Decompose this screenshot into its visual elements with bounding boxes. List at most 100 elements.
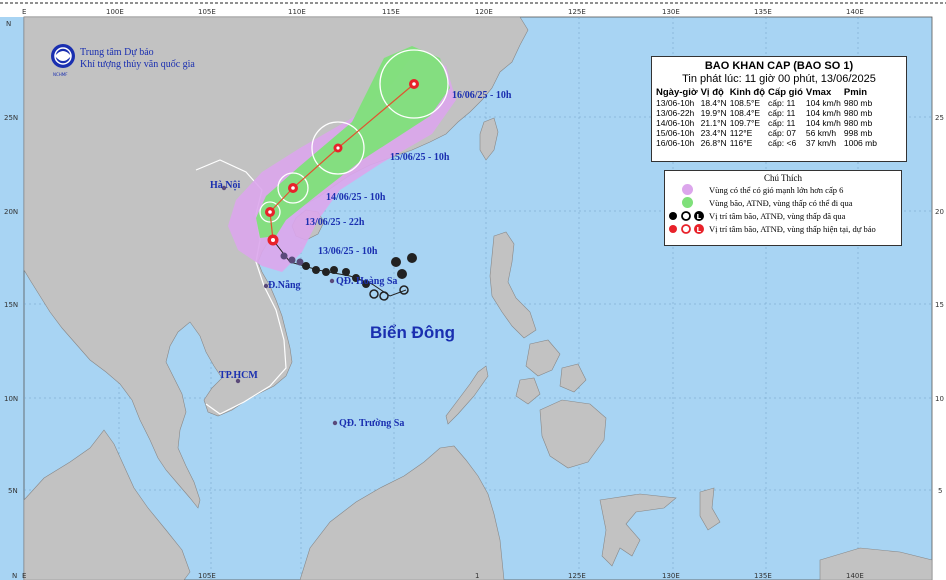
- label-hcm: TP.HCM: [219, 370, 258, 381]
- bulletin-header-row: Ngày-giờ Vị độ Kinh độ Cấp gió Vmax Pmin: [656, 87, 880, 98]
- legend-item: Vùng bão, ATNĐ, vùng thấp có thể đi qua: [665, 196, 901, 209]
- svg-text:N: N: [12, 572, 17, 580]
- legend-item: L Vị trí tâm bão, ATNĐ, vùng thấp hiện t…: [665, 222, 901, 235]
- past-position-symbols-icon: L: [665, 210, 709, 222]
- svg-text:120E: 120E: [475, 8, 493, 16]
- svg-text:140E: 140E: [846, 8, 864, 16]
- col-header: Kinh độ: [729, 87, 766, 98]
- svg-text:15N: 15N: [4, 301, 18, 309]
- col-header: Vị độ: [700, 87, 724, 98]
- table-cell: 104 km/h: [805, 118, 841, 128]
- label-forecast-13-06-22h: 13/06/25 - 22h: [305, 217, 365, 228]
- svg-text:130E: 130E: [662, 572, 680, 580]
- table-cell: 26.8°N: [700, 138, 727, 148]
- label-hanoi: Hà Nội: [210, 180, 241, 191]
- svg-text:10: 10: [935, 395, 944, 403]
- table-cell: 980 mb: [843, 98, 873, 108]
- svg-text:135E: 135E: [754, 572, 772, 580]
- table-cell: cấp: 11: [768, 108, 796, 118]
- svg-text:1: 1: [475, 572, 479, 580]
- legend-item-label: Vị trí tâm bão, ATNĐ, vùng thấp đã qua: [709, 210, 846, 221]
- svg-text:125E: 125E: [568, 8, 586, 16]
- svg-text:5: 5: [938, 487, 942, 495]
- col-header: Ngày-giờ: [656, 87, 698, 98]
- svg-text:L: L: [697, 213, 702, 221]
- table-cell: 15/06-10h: [656, 128, 695, 138]
- svg-text:100E: 100E: [106, 8, 124, 16]
- table-cell: cấp: 11: [768, 118, 796, 128]
- svg-text:L: L: [697, 226, 702, 234]
- svg-text:130E: 130E: [662, 8, 680, 16]
- table-cell: 104 km/h: [805, 108, 841, 118]
- agency-line-1: Trung tâm Dự báo: [80, 47, 154, 58]
- wind-zone-swatch-icon: [681, 184, 693, 195]
- table-cell: 109.7°E: [729, 118, 761, 128]
- svg-text:25: 25: [935, 114, 944, 122]
- label-forecast-15-06: 15/06/25 - 10h: [390, 152, 450, 163]
- col-header: Cấp gió: [768, 87, 803, 98]
- bulletin-issued: Tin phát lúc: 11 giờ 00 phút, 13/06/2025: [682, 73, 876, 85]
- table-cell: cấp: 11: [768, 98, 796, 108]
- label-forecast-13-06-10h: 13/06/25 - 10h: [318, 246, 378, 257]
- label-forecast-14-06: 14/06/25 - 10h: [326, 192, 386, 203]
- svg-text:115E: 115E: [382, 8, 400, 16]
- table-cell: 104 km/h: [805, 98, 841, 108]
- forecast-position-symbols-icon: L: [665, 223, 709, 235]
- table-cell: 980 mb: [843, 118, 873, 128]
- table-cell: 23.4°N: [700, 128, 727, 138]
- table-cell: 37 km/h: [805, 138, 837, 148]
- table-cell: 108.4°E: [729, 108, 761, 118]
- table-cell: 1006 mb: [843, 138, 877, 148]
- agency-line-2: Khí tượng thủy văn quốc gia: [80, 59, 195, 70]
- table-cell: 14/06-10h: [656, 118, 695, 128]
- svg-text:20: 20: [935, 208, 944, 216]
- storm-map: Hà Nội Đ.Nẵng QĐ. Hoàng Sa TP.HCM QĐ. Tr…: [0, 0, 946, 580]
- table-cell: cấp: 07: [768, 128, 796, 138]
- legend-item-label: Vị trí tâm bão, ATNĐ, vùng thấp hiện tại…: [709, 223, 876, 234]
- label-bien-dong: Biển Đông: [370, 323, 455, 342]
- table-cell: 108.5°E: [729, 98, 761, 108]
- label-forecast-16-06: 16/06/25 - 10h: [452, 90, 512, 101]
- hoangsa-point: [329, 278, 335, 284]
- table-row: 16/06-10h 26.8°N 116°E cấp: <6 37 km/h 1…: [656, 138, 880, 148]
- table-cell: 116°E: [729, 138, 753, 148]
- svg-text:5N: 5N: [8, 487, 18, 495]
- table-row: 13/06-22h 19.9°N 108.4°E cấp: 11 104 km/…: [656, 108, 880, 118]
- table-cell: 112°E: [729, 128, 753, 138]
- table-row: 13/06-10h 18.4°N 108.5°E cấp: 11 104 km/…: [656, 98, 880, 108]
- table-cell: 13/06-22h: [656, 108, 695, 118]
- svg-text:N: N: [6, 20, 11, 28]
- label-truongsa: QĐ. Trường Sa: [339, 418, 404, 429]
- svg-text:105E: 105E: [198, 572, 216, 580]
- table-cell: cấp: <6: [768, 138, 797, 148]
- label-danang: Đ.Nẵng: [268, 280, 301, 291]
- agency-name: Trung tâm Dự báo Khí tượng thủy văn quốc…: [80, 47, 195, 71]
- storm-zone-swatch-icon: [681, 197, 693, 208]
- table-cell: 16/06-10h: [656, 138, 695, 148]
- table-cell: 13/06-10h: [656, 98, 695, 108]
- table-cell: 56 km/h: [805, 128, 837, 138]
- legend-item-label: Vùng có thể có gió mạnh lớn hơn cấp 6: [709, 184, 844, 195]
- svg-text:105E: 105E: [198, 8, 216, 16]
- svg-text:135E: 135E: [754, 8, 772, 16]
- bulletin-box: BAO KHAN CAP (BAO SO 1) Tin phát lúc: 11…: [651, 56, 907, 162]
- truongsa-point: [332, 420, 338, 426]
- top-axis-labels: E 100E 105E 110E 115E 120E 125E 130E 135…: [22, 8, 864, 16]
- svg-text:E: E: [22, 8, 26, 16]
- table-cell: 21.1°N: [700, 118, 727, 128]
- svg-text:10N: 10N: [4, 395, 18, 403]
- label-hoangsa: QĐ. Hoàng Sa: [336, 276, 397, 287]
- col-header: Pmin: [843, 87, 868, 98]
- table-cell: 19.9°N: [700, 108, 727, 118]
- svg-text:140E: 140E: [846, 572, 864, 580]
- legend-item-label: Vùng bão, ATNĐ, vùng thấp có thể đi qua: [709, 197, 853, 208]
- legend-item: Vùng có thể có gió mạnh lớn hơn cấp 6: [665, 183, 901, 196]
- table-cell: 18.4°N: [700, 98, 727, 108]
- table-cell: 998 mb: [843, 128, 873, 138]
- svg-text:E: E: [22, 572, 26, 580]
- legend-title: Chú Thích: [763, 173, 803, 183]
- table-row: 15/06-10h 23.4°N 112°E cấp: 07 56 km/h 9…: [656, 128, 880, 138]
- svg-text:110E: 110E: [288, 8, 306, 16]
- col-header: Vmax: [805, 87, 832, 98]
- bulletin-title: BAO KHAN CAP (BAO SO 1): [704, 60, 854, 72]
